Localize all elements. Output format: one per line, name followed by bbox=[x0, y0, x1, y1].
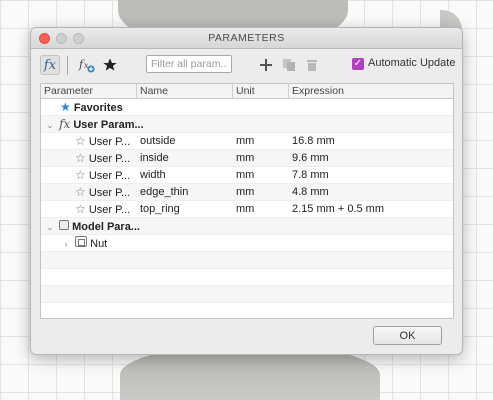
fx-icon: fx bbox=[59, 117, 71, 131]
user-parameters-row[interactable]: ⌄ fx User Param... bbox=[41, 116, 453, 133]
window-title: PARAMETERS bbox=[208, 32, 285, 44]
empty-row bbox=[41, 286, 453, 303]
parameter-cell: ☆ User P... bbox=[41, 151, 137, 165]
add-user-parameter-button[interactable]: f x bbox=[77, 55, 97, 75]
chevron-down-icon[interactable]: ⌄ bbox=[44, 120, 56, 131]
expression-cell[interactable]: 16.8 mm bbox=[289, 135, 453, 147]
table-row[interactable]: ☆ User P... edge_thin mm 4.8 mm bbox=[41, 184, 453, 201]
parameter-cell: ☆ User P... bbox=[41, 185, 137, 199]
favorites-label: Favorites bbox=[73, 102, 123, 114]
favorites-filter-button[interactable] bbox=[100, 55, 120, 75]
col-unit[interactable]: Unit bbox=[233, 84, 289, 98]
fx-add-icon: f x bbox=[78, 58, 95, 73]
parameter-cell: ☆ User P... bbox=[41, 202, 137, 216]
add-button[interactable] bbox=[257, 55, 275, 75]
parameter-type: User P... bbox=[88, 136, 131, 148]
name-cell: inside bbox=[140, 152, 169, 164]
empty-row bbox=[41, 269, 453, 286]
nut-label: Nut bbox=[90, 238, 108, 250]
unit-cell: mm bbox=[236, 135, 255, 147]
user-parameters-cell: ⌄ fx User Param... bbox=[41, 117, 144, 131]
trash-icon bbox=[307, 60, 317, 71]
parameter-type: User P... bbox=[88, 204, 131, 216]
star-outline-icon[interactable]: ☆ bbox=[75, 185, 86, 199]
expression-cell[interactable]: 9.6 mm bbox=[289, 152, 453, 164]
parameters-table: Parameter Name Unit Expression ★ Favorit… bbox=[40, 83, 454, 319]
unit-cell: mm bbox=[236, 169, 255, 181]
parameter-type: User P... bbox=[88, 170, 131, 182]
nut-cell: › Nut bbox=[41, 236, 107, 250]
ok-button[interactable]: OK bbox=[373, 326, 442, 345]
star-icon bbox=[103, 58, 117, 71]
unit-cell: mm bbox=[236, 186, 255, 198]
table-row[interactable]: ☆ User P... inside mm 9.6 mm bbox=[41, 150, 453, 167]
fx-icon: fx bbox=[43, 57, 57, 73]
model-parameters-cell: ⌄ Model Para... bbox=[41, 219, 140, 233]
parameter-type: User P... bbox=[88, 153, 131, 165]
unit-cell: mm bbox=[236, 203, 255, 215]
col-expression[interactable]: Expression bbox=[289, 84, 453, 98]
parameters-dialog: PARAMETERS fx f x Filter all param... ✓ … bbox=[30, 27, 463, 355]
parameter-cell: ☆ User P... bbox=[41, 168, 137, 182]
chevron-right-icon[interactable]: › bbox=[60, 239, 72, 249]
title-bar[interactable]: PARAMETERS bbox=[31, 28, 462, 49]
favorites-cell: ★ Favorites bbox=[41, 100, 123, 114]
model-parameters-label: Model Para... bbox=[72, 220, 140, 233]
empty-row bbox=[41, 303, 453, 318]
parameter-cell: ☆ User P... bbox=[41, 134, 137, 148]
automatic-update-label: Automatic Update bbox=[368, 57, 456, 69]
star-outline-icon[interactable]: ☆ bbox=[75, 168, 86, 182]
copy-button[interactable] bbox=[280, 55, 298, 75]
model-parameters-row[interactable]: ⌄ Model Para... bbox=[41, 218, 453, 235]
nut-row[interactable]: › Nut bbox=[41, 235, 453, 252]
copy-icon bbox=[283, 59, 295, 71]
star-outline-icon[interactable]: ☆ bbox=[75, 151, 86, 165]
expression-cell[interactable]: 4.8 mm bbox=[289, 186, 453, 198]
parameter-type: User P... bbox=[88, 187, 131, 199]
col-parameter[interactable]: Parameter bbox=[41, 84, 137, 98]
empty-row bbox=[41, 252, 453, 269]
table-row[interactable]: ☆ User P... width mm 7.8 mm bbox=[41, 167, 453, 184]
expression-cell[interactable]: 2.15 mm + 0.5 mm bbox=[289, 203, 453, 215]
fx-parameter-button[interactable]: fx bbox=[40, 55, 60, 75]
automatic-update-checkbox[interactable]: ✓ bbox=[352, 58, 364, 70]
table-row[interactable]: ☆ User P... outside mm 16.8 mm bbox=[41, 133, 453, 150]
name-cell: edge_thin bbox=[140, 186, 189, 198]
name-cell: width bbox=[140, 169, 166, 181]
star-filled-icon: ★ bbox=[60, 100, 71, 114]
model-icon bbox=[59, 219, 70, 230]
expression-cell[interactable]: 7.8 mm bbox=[289, 169, 453, 181]
toolbar-separator bbox=[67, 56, 68, 75]
name-cell: top_ring bbox=[140, 203, 180, 215]
col-name[interactable]: Name bbox=[137, 84, 233, 98]
chevron-down-icon[interactable]: ⌄ bbox=[44, 222, 56, 233]
favorites-row[interactable]: ★ Favorites bbox=[41, 99, 453, 116]
star-outline-icon[interactable]: ☆ bbox=[75, 134, 86, 148]
component-icon bbox=[75, 236, 88, 247]
star-outline-icon[interactable]: ☆ bbox=[75, 202, 86, 216]
name-cell: outside bbox=[140, 135, 176, 147]
user-parameters-label: User Param... bbox=[73, 119, 144, 131]
table-header: Parameter Name Unit Expression bbox=[41, 84, 453, 99]
plus-icon bbox=[260, 59, 272, 71]
table-row[interactable]: ☆ User P... top_ring mm 2.15 mm + 0.5 mm bbox=[41, 201, 453, 218]
filter-input[interactable] bbox=[146, 55, 232, 73]
unit-cell: mm bbox=[236, 152, 255, 164]
delete-button[interactable] bbox=[303, 55, 321, 75]
